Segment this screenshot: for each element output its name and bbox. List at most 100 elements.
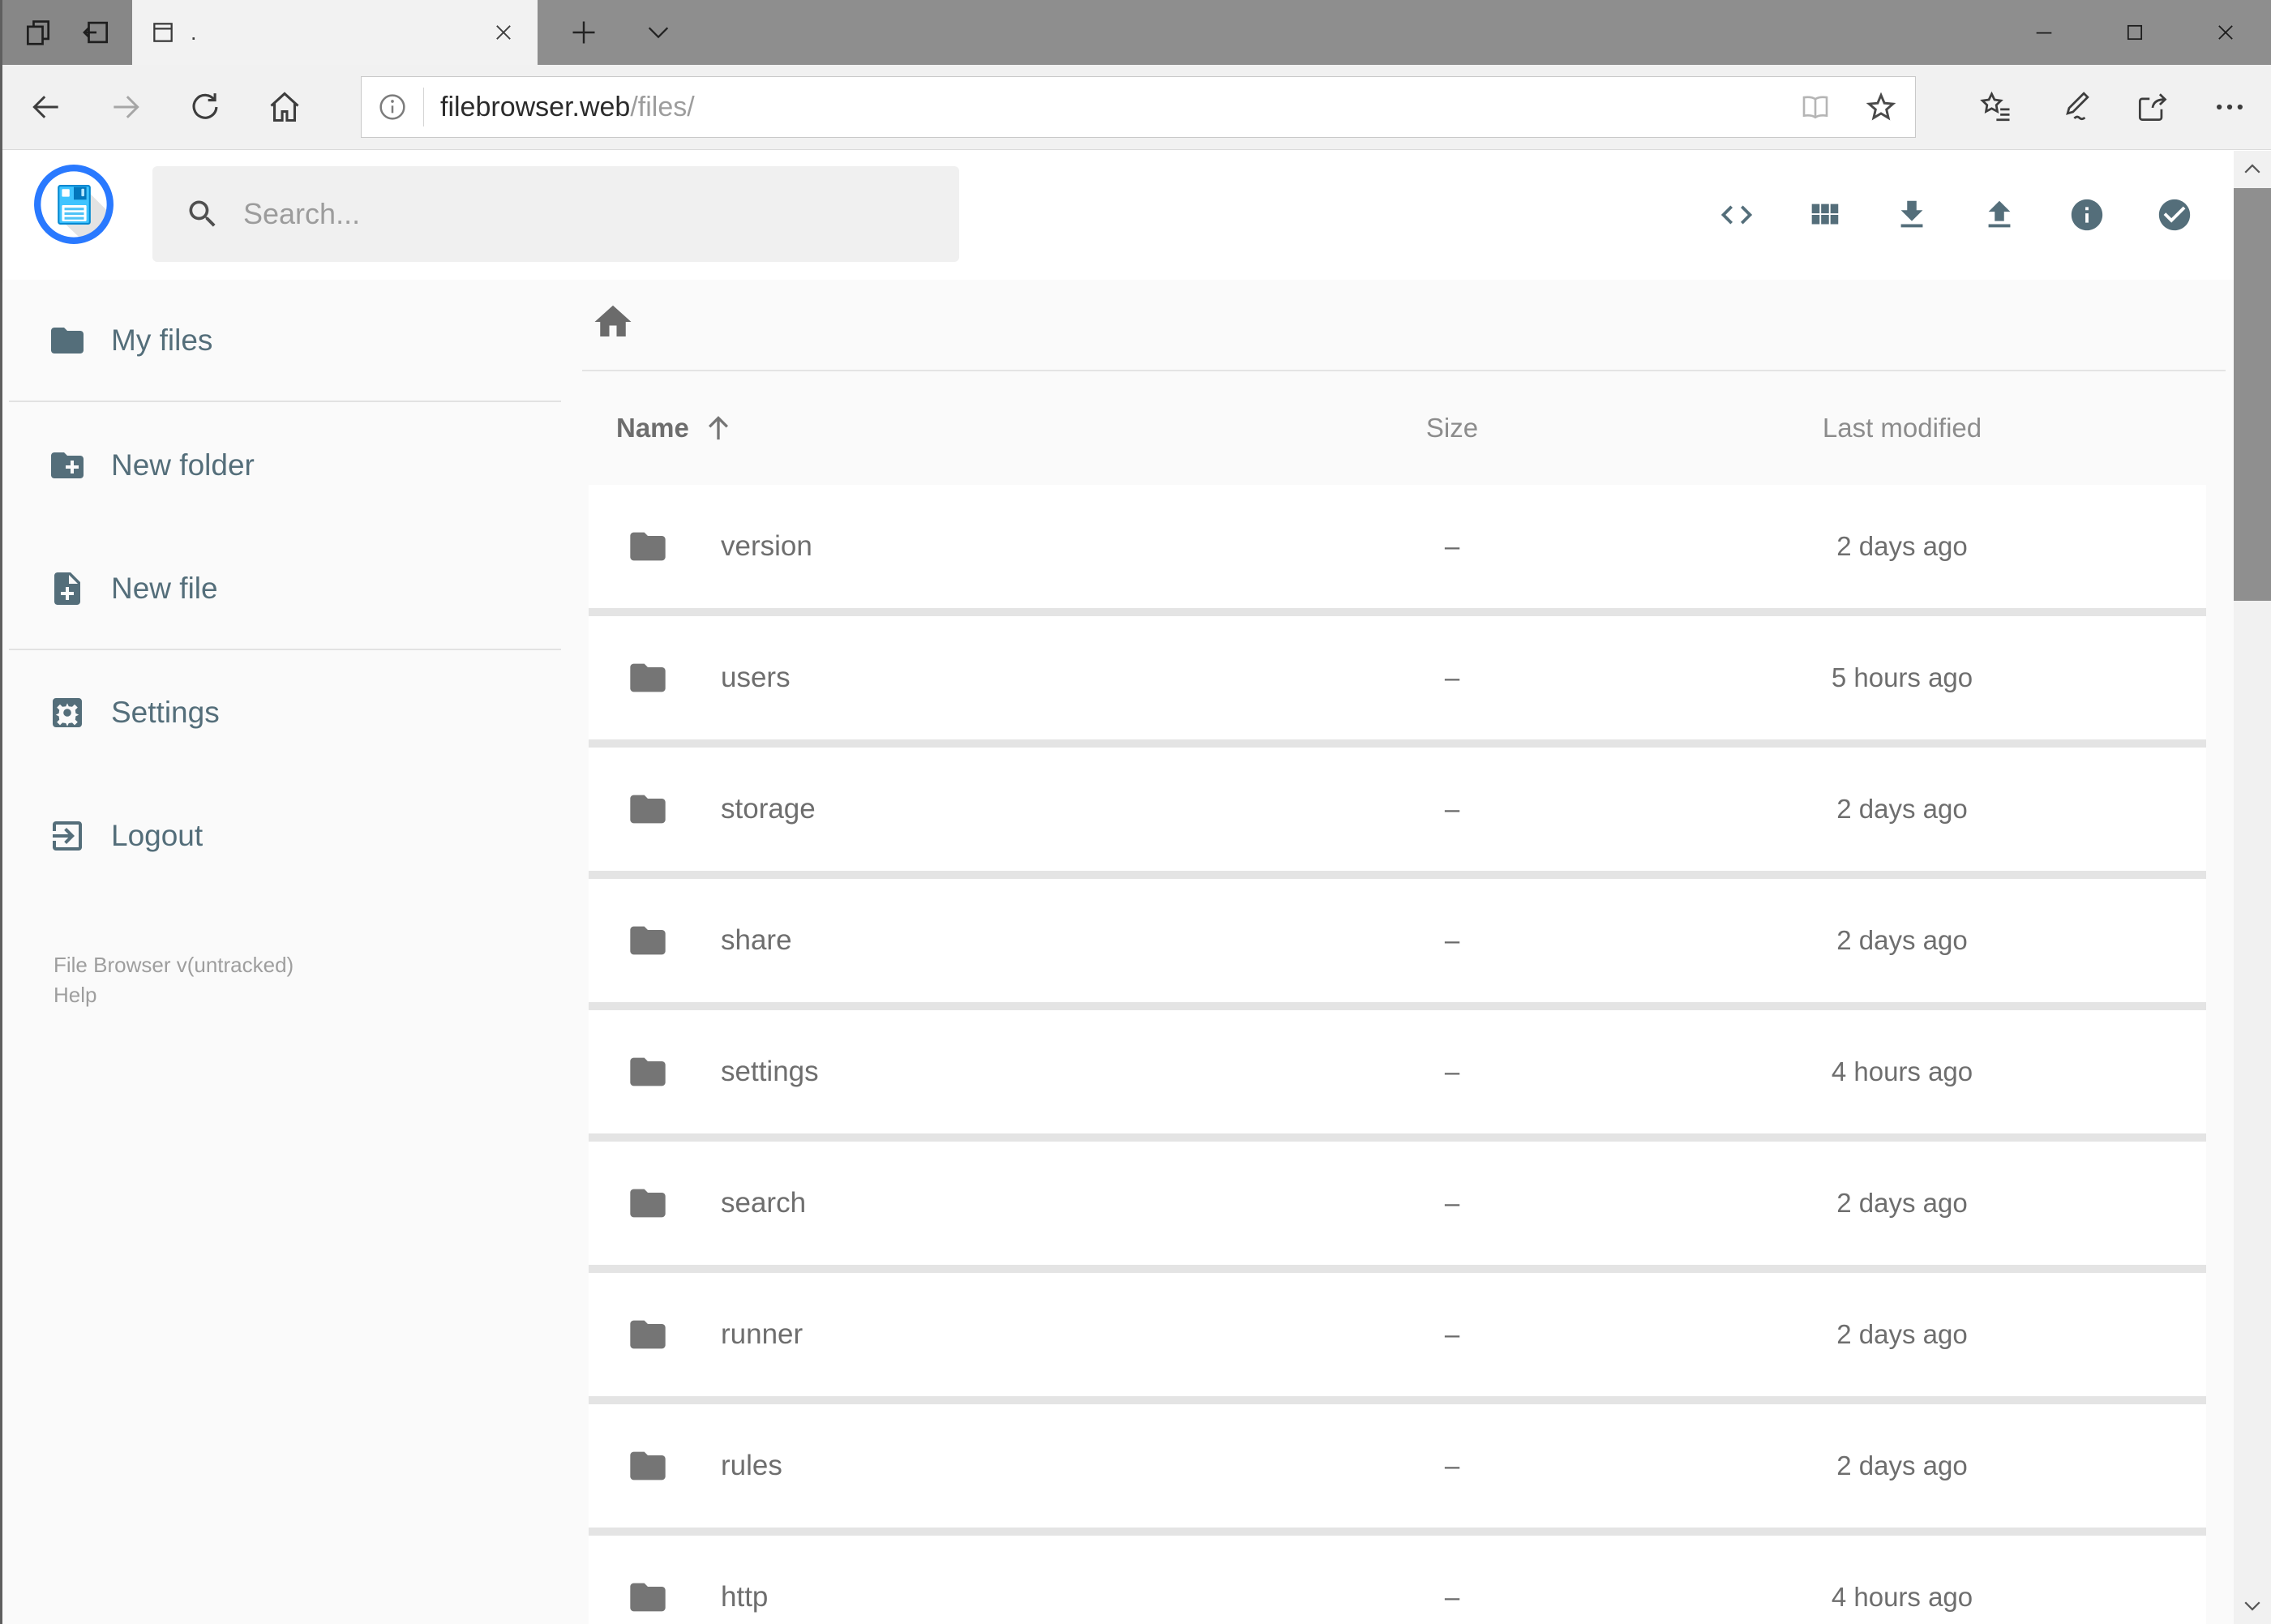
file-name: share xyxy=(721,924,792,956)
settings-icon xyxy=(48,693,87,732)
file-modified: 5 hours ago xyxy=(1831,662,1973,692)
sidebar-item-new-file[interactable]: New file xyxy=(2,552,574,625)
browser-toolbar: filebrowser.web/files/ xyxy=(2,65,2271,150)
column-header-modified[interactable]: Last modified xyxy=(1671,413,2206,443)
table-row[interactable]: storage – 2 days ago xyxy=(589,748,2206,871)
folder-icon xyxy=(627,788,669,830)
minimize-button[interactable] xyxy=(1999,0,2089,65)
add-favorite-star-icon[interactable] xyxy=(1863,89,1900,125)
folder-icon xyxy=(627,919,669,962)
info-icon[interactable] xyxy=(2068,191,2106,239)
scroll-up-icon[interactable] xyxy=(2234,151,2271,188)
site-info-icon[interactable] xyxy=(376,91,412,123)
scroll-down-icon[interactable] xyxy=(2234,1587,2271,1624)
scrollbar-thumb[interactable] xyxy=(2234,188,2271,601)
file-name: users xyxy=(721,662,791,693)
grid-view-icon[interactable] xyxy=(1806,191,1843,239)
folder-icon xyxy=(627,1576,669,1618)
favorites-hub-icon[interactable] xyxy=(1977,79,2015,135)
file-modified: 4 hours ago xyxy=(1831,1056,1973,1086)
file-name: rules xyxy=(721,1450,782,1481)
tab-favicon-icon xyxy=(150,19,176,45)
toolbar-right-group xyxy=(1977,79,2248,135)
file-size: – xyxy=(1444,1056,1460,1086)
ink-pen-icon[interactable] xyxy=(2055,79,2093,135)
file-modified: 2 days ago xyxy=(1836,925,1968,955)
logout-icon xyxy=(48,816,87,855)
code-view-icon[interactable] xyxy=(1718,191,1755,239)
forward-icon[interactable] xyxy=(100,75,152,139)
tab-preview-icon[interactable] xyxy=(16,11,60,54)
folder-icon xyxy=(48,321,87,360)
file-size: – xyxy=(1444,662,1460,692)
upload-icon[interactable] xyxy=(1981,191,2018,239)
help-link[interactable]: Help xyxy=(54,980,574,1010)
column-header-name[interactable]: Name xyxy=(589,412,1330,444)
table-row[interactable]: http – 4 hours ago xyxy=(589,1536,2206,1624)
file-rows: version – 2 days ago users – 5 hours ago… xyxy=(589,485,2206,1624)
sidebar: My files New folder New file Settings Lo… xyxy=(2,280,574,1624)
file-size: – xyxy=(1444,1319,1460,1349)
breadcrumb-home-icon[interactable] xyxy=(591,300,635,344)
url-path: /files/ xyxy=(630,91,695,122)
sidebar-item-my-files[interactable]: My files xyxy=(2,304,574,377)
file-size: – xyxy=(1444,1188,1460,1218)
home-icon[interactable] xyxy=(259,75,311,139)
file-modified: 2 days ago xyxy=(1836,531,1968,561)
table-row[interactable]: search – 2 days ago xyxy=(589,1142,2206,1265)
create-folder-icon xyxy=(48,446,87,485)
file-size: – xyxy=(1444,925,1460,955)
download-icon[interactable] xyxy=(1893,191,1930,239)
file-size: – xyxy=(1444,794,1460,824)
table-row[interactable]: settings – 4 hours ago xyxy=(589,1010,2206,1133)
reading-view-icon[interactable] xyxy=(1798,90,1834,124)
select-multiple-icon[interactable] xyxy=(2156,191,2193,239)
table-row[interactable]: version – 2 days ago xyxy=(589,485,2206,608)
folder-icon xyxy=(627,1051,669,1093)
sidebar-item-settings[interactable]: Settings xyxy=(2,676,574,749)
search-box[interactable] xyxy=(152,166,959,262)
create-file-icon xyxy=(48,569,87,608)
table-row[interactable]: runner – 2 days ago xyxy=(589,1273,2206,1396)
file-modified: 2 days ago xyxy=(1836,794,1968,824)
sidebar-item-new-folder[interactable]: New folder xyxy=(2,429,574,502)
file-name: search xyxy=(721,1187,807,1219)
table-row[interactable]: share – 2 days ago xyxy=(589,879,2206,1002)
refresh-icon[interactable] xyxy=(179,75,231,139)
table-row[interactable]: users – 5 hours ago xyxy=(589,616,2206,739)
window-controls xyxy=(1999,0,2271,65)
sidebar-item-label: Settings xyxy=(111,696,220,729)
file-modified: 4 hours ago xyxy=(1831,1582,1973,1612)
app-actions xyxy=(1718,150,2193,280)
file-size: – xyxy=(1444,1582,1460,1612)
browser-titlebar: . xyxy=(2,0,2271,65)
tab-close-icon[interactable] xyxy=(487,16,520,49)
sidebar-item-label: New file xyxy=(111,572,218,605)
address-bar[interactable]: filebrowser.web/files/ xyxy=(361,76,1916,138)
back-icon[interactable] xyxy=(20,75,72,139)
file-name: runner xyxy=(721,1318,803,1350)
maximize-button[interactable] xyxy=(2089,0,2180,65)
share-icon[interactable] xyxy=(2133,79,2170,135)
tab-actions-group xyxy=(2,0,132,65)
file-modified: 2 days ago xyxy=(1836,1319,1968,1349)
app-body: My files New folder New file Settings Lo… xyxy=(2,280,2271,1624)
more-menu-icon[interactable] xyxy=(2211,79,2248,135)
search-input[interactable] xyxy=(243,197,908,231)
tab-list-chevron-icon[interactable] xyxy=(630,0,687,65)
scrollbar[interactable] xyxy=(2234,151,2271,1624)
table-row[interactable]: rules – 2 days ago xyxy=(589,1404,2206,1528)
sidebar-item-label: New folder xyxy=(111,448,255,482)
file-name: version xyxy=(721,530,812,562)
new-tab-icon[interactable] xyxy=(555,0,612,65)
column-header-size[interactable]: Size xyxy=(1330,413,1574,443)
set-tabs-aside-icon[interactable] xyxy=(75,11,118,54)
folder-icon xyxy=(627,657,669,699)
browser-tab[interactable]: . xyxy=(132,0,538,65)
file-modified: 2 days ago xyxy=(1836,1188,1968,1218)
folder-icon xyxy=(627,1445,669,1487)
sidebar-item-logout[interactable]: Logout xyxy=(2,799,574,872)
sidebar-footer: File Browser v(untracked) Help xyxy=(2,950,574,1010)
sidebar-item-label: Logout xyxy=(111,819,204,852)
close-button[interactable] xyxy=(2180,0,2271,65)
